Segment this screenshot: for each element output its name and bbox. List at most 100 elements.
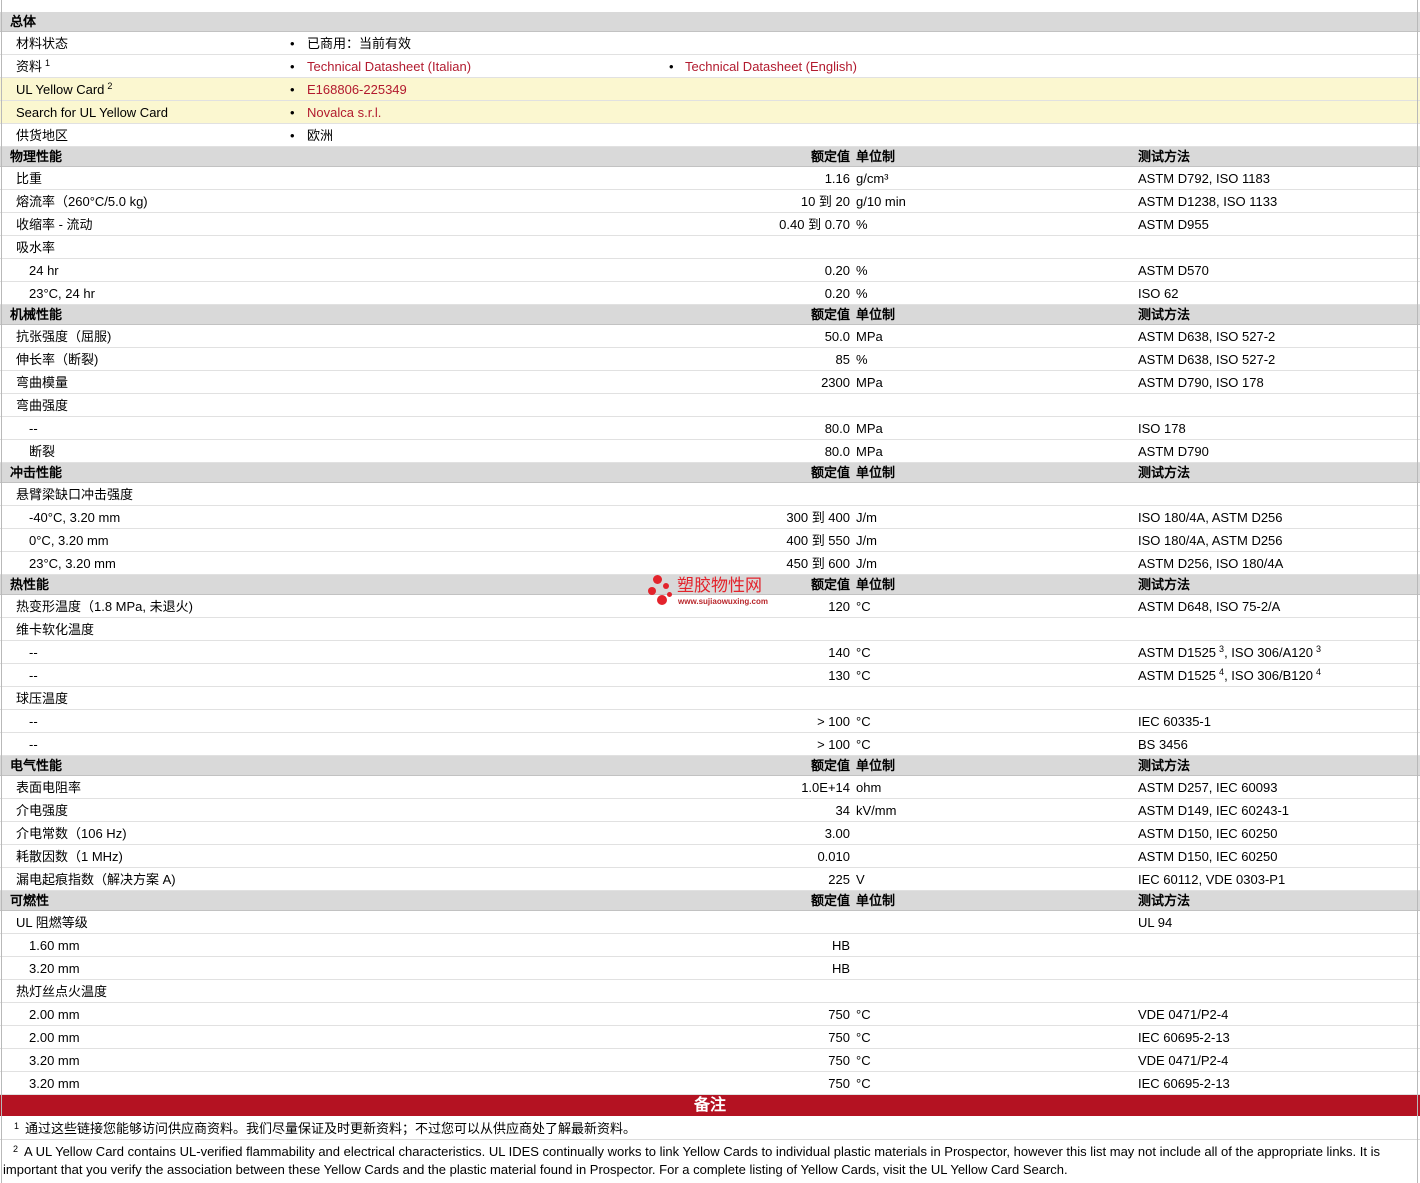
property-row: 介电强度 34 kV/mm ASTM D149, IEC 60243-1 <box>0 799 1420 822</box>
general-link[interactable]: Technical Datasheet (Italian) <box>307 56 471 78</box>
property-unit: MPa <box>856 421 883 436</box>
property-value: 0.010 <box>817 849 850 864</box>
general-label: 供货地区 <box>16 125 68 147</box>
general-link[interactable]: Novalca s.r.l. <box>307 102 381 124</box>
column-header-value: 额定值 <box>810 307 850 322</box>
property-unit: ohm <box>856 780 882 795</box>
column-header-value: 额定值 <box>810 893 850 908</box>
property-value: > 100 <box>817 714 850 729</box>
footnote-2: 2A UL Yellow Card contains UL-verified f… <box>0 1140 1420 1183</box>
test-method: ASTM D792, ISO 1183 <box>1138 171 1270 186</box>
property-sublabel: 23°C, 3.20 mm <box>29 556 116 571</box>
property-row: 介电常数（106 Hz) 3.00 ASTM D150, IEC 60250 <box>0 822 1420 845</box>
section-title: 冲击性能 <box>10 465 63 480</box>
footnote-mark: 2 <box>13 1144 19 1154</box>
test-method-part: ASTM D1525 <box>1138 668 1217 683</box>
property-row: 24 hr 0.20% ASTM D570 <box>0 259 1420 282</box>
property-row: -- 80.0 MPa ISO 178 <box>0 417 1420 440</box>
property-row: -- 130 °C ASTM D1525 4, ISO 306/B120 4 <box>0 664 1420 687</box>
property-value: 80.0 <box>824 444 850 459</box>
property-label: 维卡软化温度 <box>16 622 95 637</box>
property-sublabel: 2.00 mm <box>29 1007 80 1022</box>
footnote-ref: 2 <box>107 81 113 91</box>
test-method: IEC 60112, VDE 0303-P1 <box>1138 872 1286 887</box>
property-unit: g/10 min <box>856 194 906 209</box>
column-header-value: 额定值 <box>810 465 850 480</box>
property-label: 抗张强度（屈服) <box>16 329 112 344</box>
property-value: 120 <box>828 599 850 614</box>
test-method: ISO 178 <box>1138 421 1186 436</box>
property-value: 2300 <box>821 375 850 390</box>
property-sublabel: -- <box>29 421 38 436</box>
property-row: 吸水率 <box>0 236 1420 259</box>
property-sublabel: 1.60 mm <box>29 938 80 953</box>
test-method: ISO 62 <box>1138 286 1179 301</box>
property-label: 热灯丝点火温度 <box>16 984 108 999</box>
general-link[interactable]: Technical Datasheet (English) <box>685 56 857 78</box>
test-method: IEC 60335-1 <box>1138 714 1211 729</box>
general-label: UL Yellow Card 2 <box>16 79 112 101</box>
test-method: ASTM D1525 4, ISO 306/B120 4 <box>1138 665 1321 687</box>
general-value: 欧洲 <box>307 128 334 143</box>
section-header: 物理性能 额定值 单位制 测试方法 <box>0 147 1420 167</box>
property-row: 收缩率 - 流动 0.40 到 0.70% ASTM D955 <box>0 213 1420 236</box>
section-header: 电气性能 额定值 单位制 测试方法 <box>0 756 1420 776</box>
test-method: ASTM D638, ISO 527-2 <box>1138 329 1276 344</box>
bullet-icon <box>669 56 674 78</box>
column-header-unit: 单位制 <box>856 758 896 773</box>
property-value: 400 到 550 <box>786 533 850 548</box>
test-method: ASTM D648, ISO 75-2/A <box>1138 599 1281 614</box>
property-unit: °C <box>856 737 871 752</box>
property-row: -40°C, 3.20 mm 300 到 400 J/m ISO 180/4A, AS… <box>0 506 1420 529</box>
general-link[interactable]: E168806-225349 <box>307 79 407 101</box>
property-value: 3.00 <box>824 826 850 841</box>
section-title: 物理性能 <box>10 149 63 164</box>
property-unit: °C <box>856 1053 871 1068</box>
test-method-part: ASTM D1525 <box>1138 645 1217 660</box>
footnote-text: 通过这些链接您能够访问供应商资料。我们尽量保证及时更新资料；不过您可以从供应商处… <box>25 1121 637 1136</box>
column-header-unit: 单位制 <box>856 307 896 322</box>
property-row: 0°C, 3.20 mm 400 到 550 J/m ISO 180/4A, ASTM… <box>0 529 1420 552</box>
general-label-text: UL Yellow Card <box>16 82 105 97</box>
footnote-ref: 4 <box>1219 667 1225 677</box>
property-row: 23°C, 24 hr 0.20% ISO 62 <box>0 282 1420 305</box>
property-sublabel: -- <box>29 714 38 729</box>
property-sublabel: 3.20 mm <box>29 1053 80 1068</box>
property-value: 130 <box>828 668 850 683</box>
section-header: 冲击性能 额定值 单位制 测试方法 <box>0 463 1420 483</box>
property-row: 弯曲强度 <box>0 394 1420 417</box>
test-method: UL 94 <box>1138 915 1173 930</box>
property-label: 介电常数（106 Hz) <box>16 826 127 841</box>
column-header-method: 测试方法 <box>1138 465 1191 480</box>
property-value: 1.16 <box>824 171 850 186</box>
property-unit: °C <box>856 1007 871 1022</box>
property-sublabel: -- <box>29 668 38 683</box>
test-method: BS 3456 <box>1138 737 1188 752</box>
property-value: 140 <box>828 645 850 660</box>
test-method: ASTM D638, ISO 527-2 <box>1138 352 1276 367</box>
test-method: ASTM D790, ISO 178 <box>1138 375 1264 390</box>
property-value: 750 <box>828 1076 850 1091</box>
property-sublabel: -- <box>29 645 38 660</box>
general-label-text: 供货地区 <box>16 128 69 143</box>
property-row: 断裂 80.0 MPa ASTM D790 <box>0 440 1420 463</box>
notes-title: 备注 <box>693 1097 726 1114</box>
property-sublabel: 3.20 mm <box>29 961 80 976</box>
section-header: 热性能 额定值 单位制 测试方法 <box>0 575 1420 595</box>
property-label: 介电强度 <box>16 803 69 818</box>
bullet-icon <box>290 79 295 101</box>
property-row: -- > 100 °C BS 3456 <box>0 733 1420 756</box>
footnote-ref: 3 <box>1219 644 1225 654</box>
property-row: 耗散因数（1 MHz) 0.010 ASTM D150, IEC 60250 <box>0 845 1420 868</box>
property-value: 450 到 600 <box>786 556 850 571</box>
property-unit: V <box>856 872 865 887</box>
property-value: 750 <box>828 1053 850 1068</box>
property-row: 1.60 mm HB <box>0 934 1420 957</box>
property-unit: MPa <box>856 329 883 344</box>
property-row: 漏电起痕指数（解决方案 A) 225 V IEC 60112, VDE 0303-P1 <box>0 868 1420 891</box>
property-row: 3.20 mm 750 °C VDE 0471/P2-4 <box>0 1049 1420 1072</box>
test-method: IEC 60695-2-13 <box>1138 1076 1230 1091</box>
property-row: 维卡软化温度 <box>0 618 1420 641</box>
test-method: ISO 180/4A, ASTM D256 <box>1138 510 1283 525</box>
property-label: 表面电阻率 <box>16 780 82 795</box>
